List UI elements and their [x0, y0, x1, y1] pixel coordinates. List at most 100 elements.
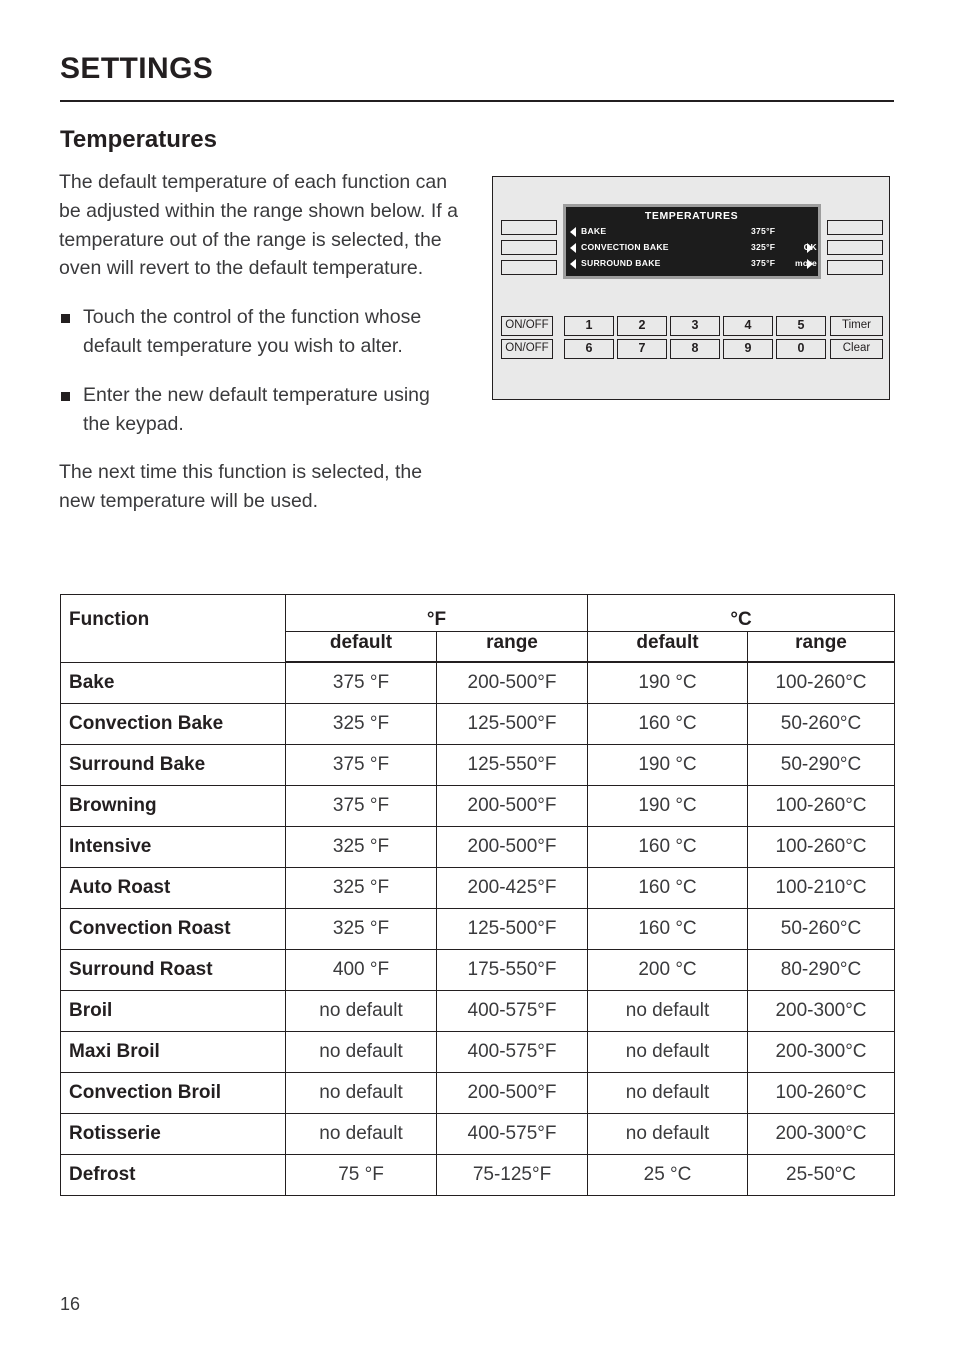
cell-f-default: no default [285, 1112, 437, 1155]
page-number: 16 [60, 1294, 81, 1314]
keypad-button-1[interactable]: 1 [564, 316, 614, 336]
cell-c-range: 50-290°C [746, 743, 896, 786]
cell-c-default: 160 °C [587, 825, 748, 868]
cell-f-range: 200-500°F [436, 1071, 588, 1114]
right-blank-button-3[interactable] [827, 260, 883, 275]
cell-function: Convection Roast [60, 907, 286, 950]
cell-function: Convection Broil [60, 1071, 286, 1114]
cell-function: Intensive [60, 825, 286, 868]
cell-f-default: 325 °F [285, 866, 437, 909]
cell-c-default: 200 °C [587, 948, 748, 991]
on-off-button-2[interactable]: ON/OFF [501, 339, 553, 359]
table-row: Convection Broil no default 200-500°F no… [60, 1071, 896, 1114]
cell-function: Defrost [60, 1153, 286, 1196]
oven-control-panel-illustration: TEMPERATURES BAKE 375°F CONVECTION BAKE … [492, 176, 890, 400]
clear-button[interactable]: Clear [830, 339, 883, 359]
cell-f-range: 125-500°F [436, 907, 588, 950]
keypad-button-8[interactable]: 8 [670, 339, 720, 359]
instruction-bullet-2-text: Enter the new default temperature using … [83, 383, 430, 435]
keypad-button-6[interactable]: 6 [564, 339, 614, 359]
keypad-button-4[interactable]: 4 [723, 316, 773, 336]
keypad-button-9[interactable]: 9 [723, 339, 773, 359]
square-bullet-icon [61, 391, 70, 401]
instruction-bullet-1: Touch the control of the function whose … [59, 303, 459, 361]
display-row-convection-bake: CONVECTION BAKE 325°F OK [570, 239, 817, 255]
header-celsius: °C [586, 594, 896, 632]
left-arrow-icon[interactable] [570, 242, 576, 253]
right-arrow-icon[interactable] [807, 242, 813, 253]
intro-paragraph: The default temperature of each function… [59, 171, 458, 280]
cell-f-default: 400 °F [285, 948, 437, 991]
cell-f-range: 200-425°F [436, 866, 588, 909]
cell-c-default: 160 °C [587, 907, 748, 950]
table-row: Bake 375 °F 200-500°F 190 °C 100-260°C [60, 661, 896, 704]
on-off-button-1[interactable]: ON/OFF [501, 316, 553, 336]
display-row-label: CONVECTION BAKE [581, 242, 669, 252]
left-arrow-icon[interactable] [570, 226, 576, 237]
cell-c-range: 100-260°C [746, 661, 896, 704]
keypad-button-7[interactable]: 7 [617, 339, 667, 359]
timer-button[interactable]: Timer [830, 316, 883, 336]
title-divider [60, 100, 894, 102]
table-row: Convection Bake 325 °F 125-500°F 160 °C … [60, 702, 896, 745]
cell-c-default: 160 °C [587, 866, 748, 909]
table-row: Auto Roast 325 °F 200-425°F 160 °C 100-2… [60, 866, 896, 909]
cell-c-default: no default [587, 1030, 748, 1073]
cell-f-range: 200-500°F [436, 825, 588, 868]
cell-f-range: 400-575°F [436, 1112, 588, 1155]
header-function: Function [60, 594, 286, 663]
keypad-button-3[interactable]: 3 [670, 316, 720, 336]
table-row: Surround Bake 375 °F 125-550°F 190 °C 50… [60, 743, 896, 786]
cell-c-default: 190 °C [587, 784, 748, 827]
display-row-temperature: 375°F [751, 226, 776, 236]
temperature-settings-table: Function °F °C default range default ran… [60, 594, 896, 1196]
cell-f-default: no default [285, 989, 437, 1032]
cell-c-range: 50-260°C [746, 702, 896, 745]
cell-c-range: 25-50°C [746, 1153, 896, 1196]
header-fahrenheit: °F [285, 594, 588, 632]
cell-c-default: 25 °C [587, 1153, 748, 1196]
square-bullet-icon [61, 314, 70, 324]
display-row-bake: BAKE 375°F [570, 223, 813, 239]
keypad-button-5[interactable]: 5 [776, 316, 826, 336]
left-blank-button-1[interactable] [501, 220, 557, 235]
cell-c-range: 200-300°C [746, 1030, 896, 1073]
table-row: Defrost 75 °F 75-125°F 25 °C 25-50°C [60, 1153, 896, 1196]
display-title: TEMPERATURES [644, 210, 739, 222]
display-row-temperature: 325°F [751, 242, 776, 252]
cell-f-default: 75 °F [285, 1153, 437, 1196]
cell-f-range: 400-575°F [436, 1030, 588, 1073]
table-row: Browning 375 °F 200-500°F 190 °C 100-260… [60, 784, 896, 827]
oven-display-inner: TEMPERATURES BAKE 375°F CONVECTION BAKE … [566, 207, 818, 276]
table-row: Broil no default 400-575°F no default 20… [60, 989, 896, 1032]
left-blank-button-2[interactable] [501, 240, 557, 255]
cell-function: Bake [60, 661, 286, 704]
right-blank-button-2[interactable] [827, 240, 883, 255]
header-f-range: range [436, 631, 588, 663]
right-blank-button-1[interactable] [827, 220, 883, 235]
cell-f-default: no default [285, 1030, 437, 1073]
cell-function: Rotisserie [60, 1112, 286, 1155]
cell-c-default: 160 °C [587, 702, 748, 745]
display-row-label: SURROUND BAKE [581, 258, 661, 268]
instruction-bullet-2: Enter the new default temperature using … [59, 381, 459, 439]
closing-paragraph: The next time this function is selected,… [59, 461, 423, 513]
cell-c-range: 50-260°C [746, 907, 896, 950]
display-row-label: BAKE [581, 226, 607, 236]
table-row: Maxi Broil no default 400-575°F no defau… [60, 1030, 896, 1073]
left-blank-button-3[interactable] [501, 260, 557, 275]
cell-c-default: no default [587, 1071, 748, 1114]
cell-f-default: 325 °F [285, 702, 437, 745]
display-row-temperature: 375°F [751, 258, 776, 268]
keypad-button-2[interactable]: 2 [617, 316, 667, 336]
cell-function: Convection Bake [60, 702, 286, 745]
right-arrow-icon[interactable] [807, 258, 813, 269]
cell-c-range: 100-260°C [746, 784, 896, 827]
cell-c-range: 200-300°C [746, 1112, 896, 1155]
display-row-surround-bake: SURROUND BAKE 375°F more [570, 255, 817, 271]
cell-f-default: 325 °F [285, 825, 437, 868]
left-arrow-icon[interactable] [570, 258, 576, 269]
cell-c-default: no default [587, 989, 748, 1032]
keypad-button-0[interactable]: 0 [776, 339, 826, 359]
header-f-default: default [285, 631, 437, 663]
